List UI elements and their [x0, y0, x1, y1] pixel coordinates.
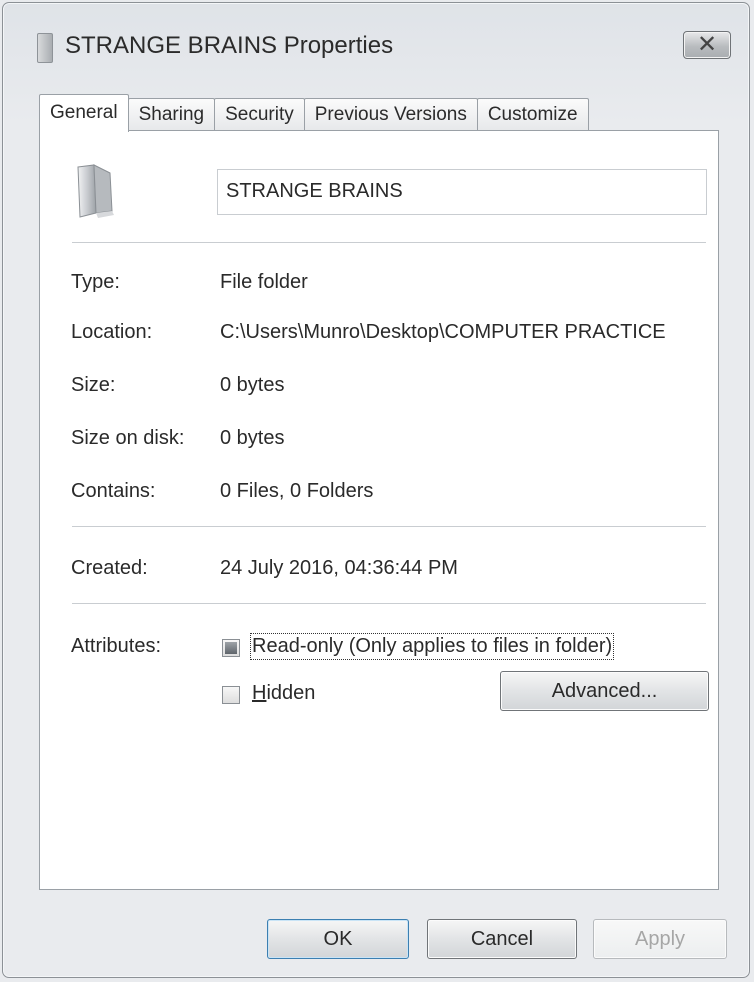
location-label: Location:	[71, 321, 153, 343]
ok-button[interactable]: OK	[267, 919, 409, 959]
size-value: 0 bytes	[220, 374, 285, 396]
size-on-disk-value: 0 bytes	[220, 427, 285, 449]
window-title: STRANGE BRAINS Properties	[65, 32, 394, 59]
apply-button-label: Apply	[634, 927, 686, 950]
readonly-label[interactable]: Read-only (Only applies to files in fold…	[249, 633, 615, 660]
folder-title-icon	[37, 33, 53, 63]
tab-general[interactable]: General	[39, 94, 129, 132]
advanced-button-label: Advanced...	[551, 679, 658, 702]
separator	[72, 526, 706, 527]
folder-name-field[interactable]: STRANGE BRAINS	[217, 169, 707, 215]
hidden-checkbox[interactable]	[222, 686, 240, 704]
size-on-disk-label: Size on disk:	[71, 427, 185, 449]
general-tab-panel: STRANGE BRAINS Type: File folder Locatio…	[39, 130, 719, 890]
contains-label: Contains:	[71, 480, 156, 502]
close-icon: ✕	[696, 31, 718, 58]
tab-sharing[interactable]: Sharing	[127, 98, 216, 131]
attributes-label: Attributes:	[71, 635, 162, 657]
apply-button[interactable]: Apply	[593, 919, 727, 959]
close-button[interactable]: ✕	[683, 31, 731, 59]
created-label: Created:	[71, 557, 148, 579]
folder-icon	[77, 164, 114, 218]
advanced-button[interactable]: Advanced...	[500, 671, 709, 711]
tab-previous-versions[interactable]: Previous Versions	[303, 98, 478, 131]
created-value: 24 July 2016, 04:36:44 PM	[220, 557, 458, 579]
tab-strip: General Sharing Security Previous Versio…	[39, 93, 589, 132]
title-bar[interactable]: STRANGE BRAINS Properties ✕	[3, 3, 749, 91]
contains-value: 0 Files, 0 Folders	[220, 480, 374, 502]
tab-customize[interactable]: Customize	[476, 98, 589, 131]
type-label: Type:	[71, 271, 120, 293]
cancel-button[interactable]: Cancel	[427, 919, 577, 959]
hidden-label-text: idden	[266, 682, 316, 704]
size-label: Size:	[71, 374, 116, 396]
readonly-checkbox[interactable]	[222, 639, 240, 657]
type-value: File folder	[220, 271, 308, 293]
hidden-label[interactable]: Hidden	[252, 682, 315, 705]
separator	[72, 242, 706, 243]
separator	[72, 603, 706, 604]
properties-dialog: STRANGE BRAINS Properties ✕ General Shar…	[2, 2, 750, 978]
cancel-button-label: Cancel	[470, 927, 534, 950]
hidden-label-accel: H	[252, 682, 267, 704]
ok-button-label: OK	[323, 927, 353, 950]
location-value: C:\Users\Munro\Desktop\COMPUTER PRACTICE	[220, 321, 666, 343]
tab-security[interactable]: Security	[214, 98, 305, 131]
